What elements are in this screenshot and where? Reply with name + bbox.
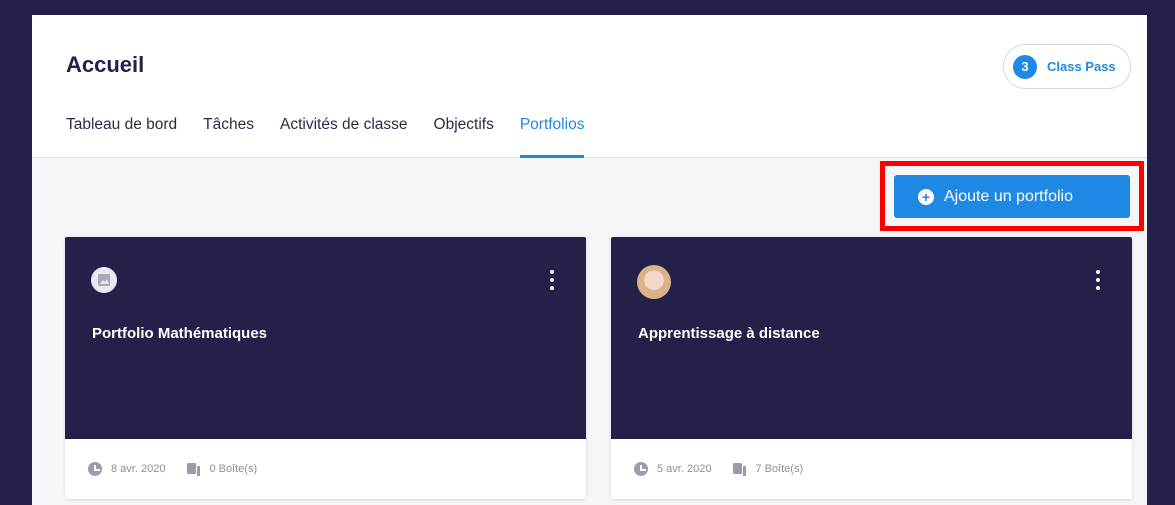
more-vertical-icon[interactable]: [1094, 270, 1102, 290]
card-date: 8 avr. 2020: [111, 463, 166, 475]
tab-portfolios[interactable]: Portfolios: [519, 116, 584, 158]
card-footer: 8 avr. 2020 0 Boîte(s): [65, 439, 586, 499]
card-box-count: 0 Boîte(s): [209, 463, 258, 475]
page-header: Accueil 3 Class Pass Tableau de bord Tâc…: [32, 15, 1147, 158]
card-cover: Apprentissage à distance: [611, 237, 1132, 439]
tab-taches[interactable]: Tâches: [203, 116, 254, 158]
tab-activites-de-classe[interactable]: Activités de classe: [280, 116, 408, 158]
portfolio-card[interactable]: Apprentissage à distance 5 avr. 2020 7 B…: [611, 237, 1132, 499]
tab-tableau-de-bord[interactable]: Tableau de bord: [66, 116, 177, 158]
add-portfolio-button[interactable]: + Ajoute un portfolio: [894, 175, 1130, 218]
class-pass-label: Class Pass: [1047, 59, 1116, 74]
image-icon: [91, 267, 117, 293]
add-portfolio-label: Ajoute un portfolio: [944, 187, 1073, 205]
main-panel: Accueil 3 Class Pass Tableau de bord Tâc…: [32, 15, 1147, 505]
card-footer: 5 avr. 2020 7 Boîte(s): [611, 439, 1132, 499]
page-title: Accueil: [66, 52, 145, 77]
more-vertical-icon[interactable]: [548, 270, 556, 290]
plus-circle-icon: +: [918, 188, 934, 205]
card-date: 5 avr. 2020: [657, 463, 712, 475]
avatar: [637, 265, 671, 299]
boxes-icon: [733, 462, 747, 476]
tab-bar: Tableau de bord Tâches Activités de clas…: [66, 116, 610, 158]
card-cover: Portfolio Mathématiques: [65, 237, 586, 439]
card-box-count: 7 Boîte(s): [755, 463, 804, 475]
class-pass-button[interactable]: 3 Class Pass: [1003, 44, 1131, 89]
clock-icon: [634, 462, 648, 476]
tab-objectifs[interactable]: Objectifs: [434, 116, 494, 158]
card-title: Apprentissage à distance: [638, 325, 820, 342]
clock-icon: [88, 462, 102, 476]
card-title: Portfolio Mathématiques: [92, 325, 268, 342]
portfolio-card[interactable]: Portfolio Mathématiques 8 avr. 2020 0 Bo…: [65, 237, 586, 499]
class-pass-count: 3: [1013, 54, 1037, 79]
boxes-icon: [187, 462, 201, 476]
